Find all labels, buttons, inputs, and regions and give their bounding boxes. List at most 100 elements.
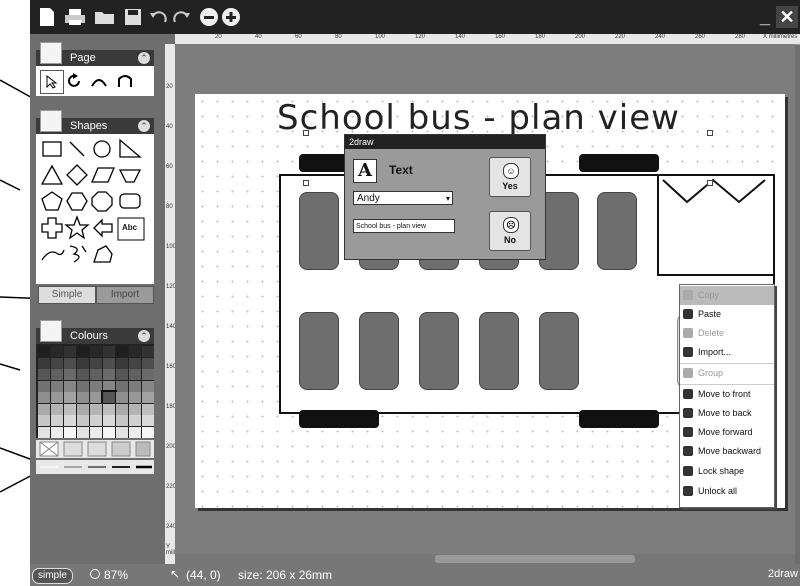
colour-swatch[interactable] (38, 346, 50, 357)
colour-swatch[interactable] (142, 357, 154, 369)
colour-swatch[interactable] (90, 415, 102, 426)
colour-swatch[interactable] (38, 357, 50, 369)
colour-swatch[interactable] (116, 426, 128, 438)
colour-swatch[interactable] (64, 357, 76, 369)
colour-swatch[interactable] (77, 357, 89, 369)
zoom-in-icon[interactable] (220, 6, 242, 28)
selection-handle[interactable] (303, 180, 309, 186)
menu-item-move-forward[interactable]: Move forward (680, 423, 774, 442)
font-select[interactable]: Andy ▾ (353, 191, 453, 205)
minimize-button[interactable]: _ (754, 6, 776, 28)
tab-import[interactable]: Import (96, 286, 154, 304)
seat[interactable] (299, 312, 339, 390)
colour-swatch[interactable] (142, 415, 154, 426)
menu-item-unlock-all[interactable]: Unlock all (680, 482, 774, 501)
colour-swatch[interactable] (103, 426, 115, 438)
colour-swatch[interactable] (38, 369, 50, 380)
selection-handle[interactable] (707, 130, 713, 136)
selection-handle[interactable] (303, 130, 309, 136)
page-panel-header[interactable]: Page ⌃ (36, 42, 154, 66)
tab-simple[interactable]: Simple (38, 286, 96, 304)
colour-swatch[interactable] (64, 346, 76, 357)
colour-swatch[interactable] (38, 392, 50, 403)
mode-badge[interactable]: simple (32, 568, 73, 584)
colour-swatch[interactable] (90, 346, 102, 357)
colour-swatch[interactable] (129, 426, 141, 438)
colours-panel-header[interactable]: Colours ⌃ (36, 320, 154, 344)
colour-swatch[interactable] (77, 415, 89, 426)
collapse-icon[interactable]: ⌃ (138, 52, 150, 64)
colour-swatch[interactable] (77, 392, 89, 403)
collapse-icon[interactable]: ⌃ (138, 330, 150, 342)
colour-swatch[interactable] (103, 403, 115, 415)
node-tool-icon[interactable] (114, 70, 136, 92)
menu-item-move-backward[interactable]: Move backward (680, 442, 774, 461)
colour-swatch[interactable] (51, 357, 63, 369)
colour-swatch[interactable] (129, 369, 141, 380)
print-icon[interactable] (64, 6, 86, 28)
colour-swatch[interactable] (64, 403, 76, 415)
shapes-panel-header[interactable]: Shapes ⌃ (36, 110, 154, 134)
select-tool-icon[interactable] (40, 70, 64, 94)
colour-swatch[interactable] (103, 369, 115, 380)
colour-swatch[interactable] (51, 369, 63, 380)
colour-swatch[interactable] (116, 380, 128, 392)
colour-swatch[interactable] (64, 426, 76, 438)
menu-item-group[interactable]: Group (680, 364, 774, 383)
colour-swatch[interactable] (64, 392, 76, 403)
seat[interactable] (359, 312, 399, 390)
colour-swatch[interactable] (77, 369, 89, 380)
colour-swatch[interactable] (142, 380, 154, 392)
seat[interactable] (299, 192, 339, 270)
colour-swatch[interactable] (51, 415, 63, 426)
colour-swatch[interactable] (116, 403, 128, 415)
colour-swatch[interactable] (116, 357, 128, 369)
colour-swatch[interactable] (103, 357, 115, 369)
curve-tool-icon[interactable] (88, 70, 110, 92)
colour-swatch[interactable] (129, 346, 141, 357)
colour-swatch[interactable] (101, 390, 117, 405)
colour-swatch[interactable] (51, 380, 63, 392)
colour-swatch[interactable] (116, 346, 128, 357)
colour-swatch[interactable] (51, 346, 63, 357)
colour-swatch[interactable] (103, 346, 115, 357)
colour-swatch[interactable] (77, 346, 89, 357)
colour-swatch[interactable] (129, 403, 141, 415)
colour-swatch[interactable] (90, 369, 102, 380)
colour-swatch[interactable] (116, 415, 128, 426)
colour-swatch[interactable] (103, 415, 115, 426)
colour-swatch[interactable] (116, 369, 128, 380)
colour-swatch[interactable] (38, 426, 50, 438)
colour-swatch[interactable] (129, 415, 141, 426)
wheel[interactable] (579, 410, 659, 428)
yes-button[interactable]: ☺ Yes (489, 157, 531, 197)
zoom-out-icon[interactable] (198, 6, 220, 28)
drawing-title[interactable]: School bus - plan view (277, 98, 680, 138)
collapse-icon[interactable]: ⌃ (138, 120, 150, 132)
fill-pattern-row[interactable] (36, 440, 154, 458)
seat[interactable] (479, 312, 519, 390)
seat[interactable] (597, 192, 637, 270)
colour-swatch[interactable] (142, 369, 154, 380)
colour-swatch[interactable] (77, 380, 89, 392)
menu-item-lock-shape[interactable]: Lock shape (680, 462, 774, 481)
colour-swatch[interactable] (51, 403, 63, 415)
undo-icon[interactable] (148, 6, 170, 28)
new-document-icon[interactable] (36, 6, 58, 28)
colour-swatch[interactable] (103, 380, 115, 392)
text-shape-label[interactable]: Abc (122, 223, 137, 232)
colour-swatch[interactable] (51, 426, 63, 438)
menu-item-delete[interactable]: Delete (680, 324, 774, 343)
menu-item-move-to-front[interactable]: Move to front (680, 385, 774, 404)
colour-swatch[interactable] (116, 392, 128, 403)
colour-swatch[interactable] (90, 392, 102, 403)
redo-icon[interactable] (170, 6, 192, 28)
colour-swatch[interactable] (129, 380, 141, 392)
zoom-icon[interactable] (90, 569, 100, 579)
colour-swatch[interactable] (129, 357, 141, 369)
colour-swatch[interactable] (51, 392, 63, 403)
wheel[interactable] (579, 154, 659, 172)
line-style-row[interactable] (36, 460, 154, 474)
menu-item-copy[interactable]: Copy (680, 286, 774, 305)
save-icon[interactable] (122, 6, 144, 28)
